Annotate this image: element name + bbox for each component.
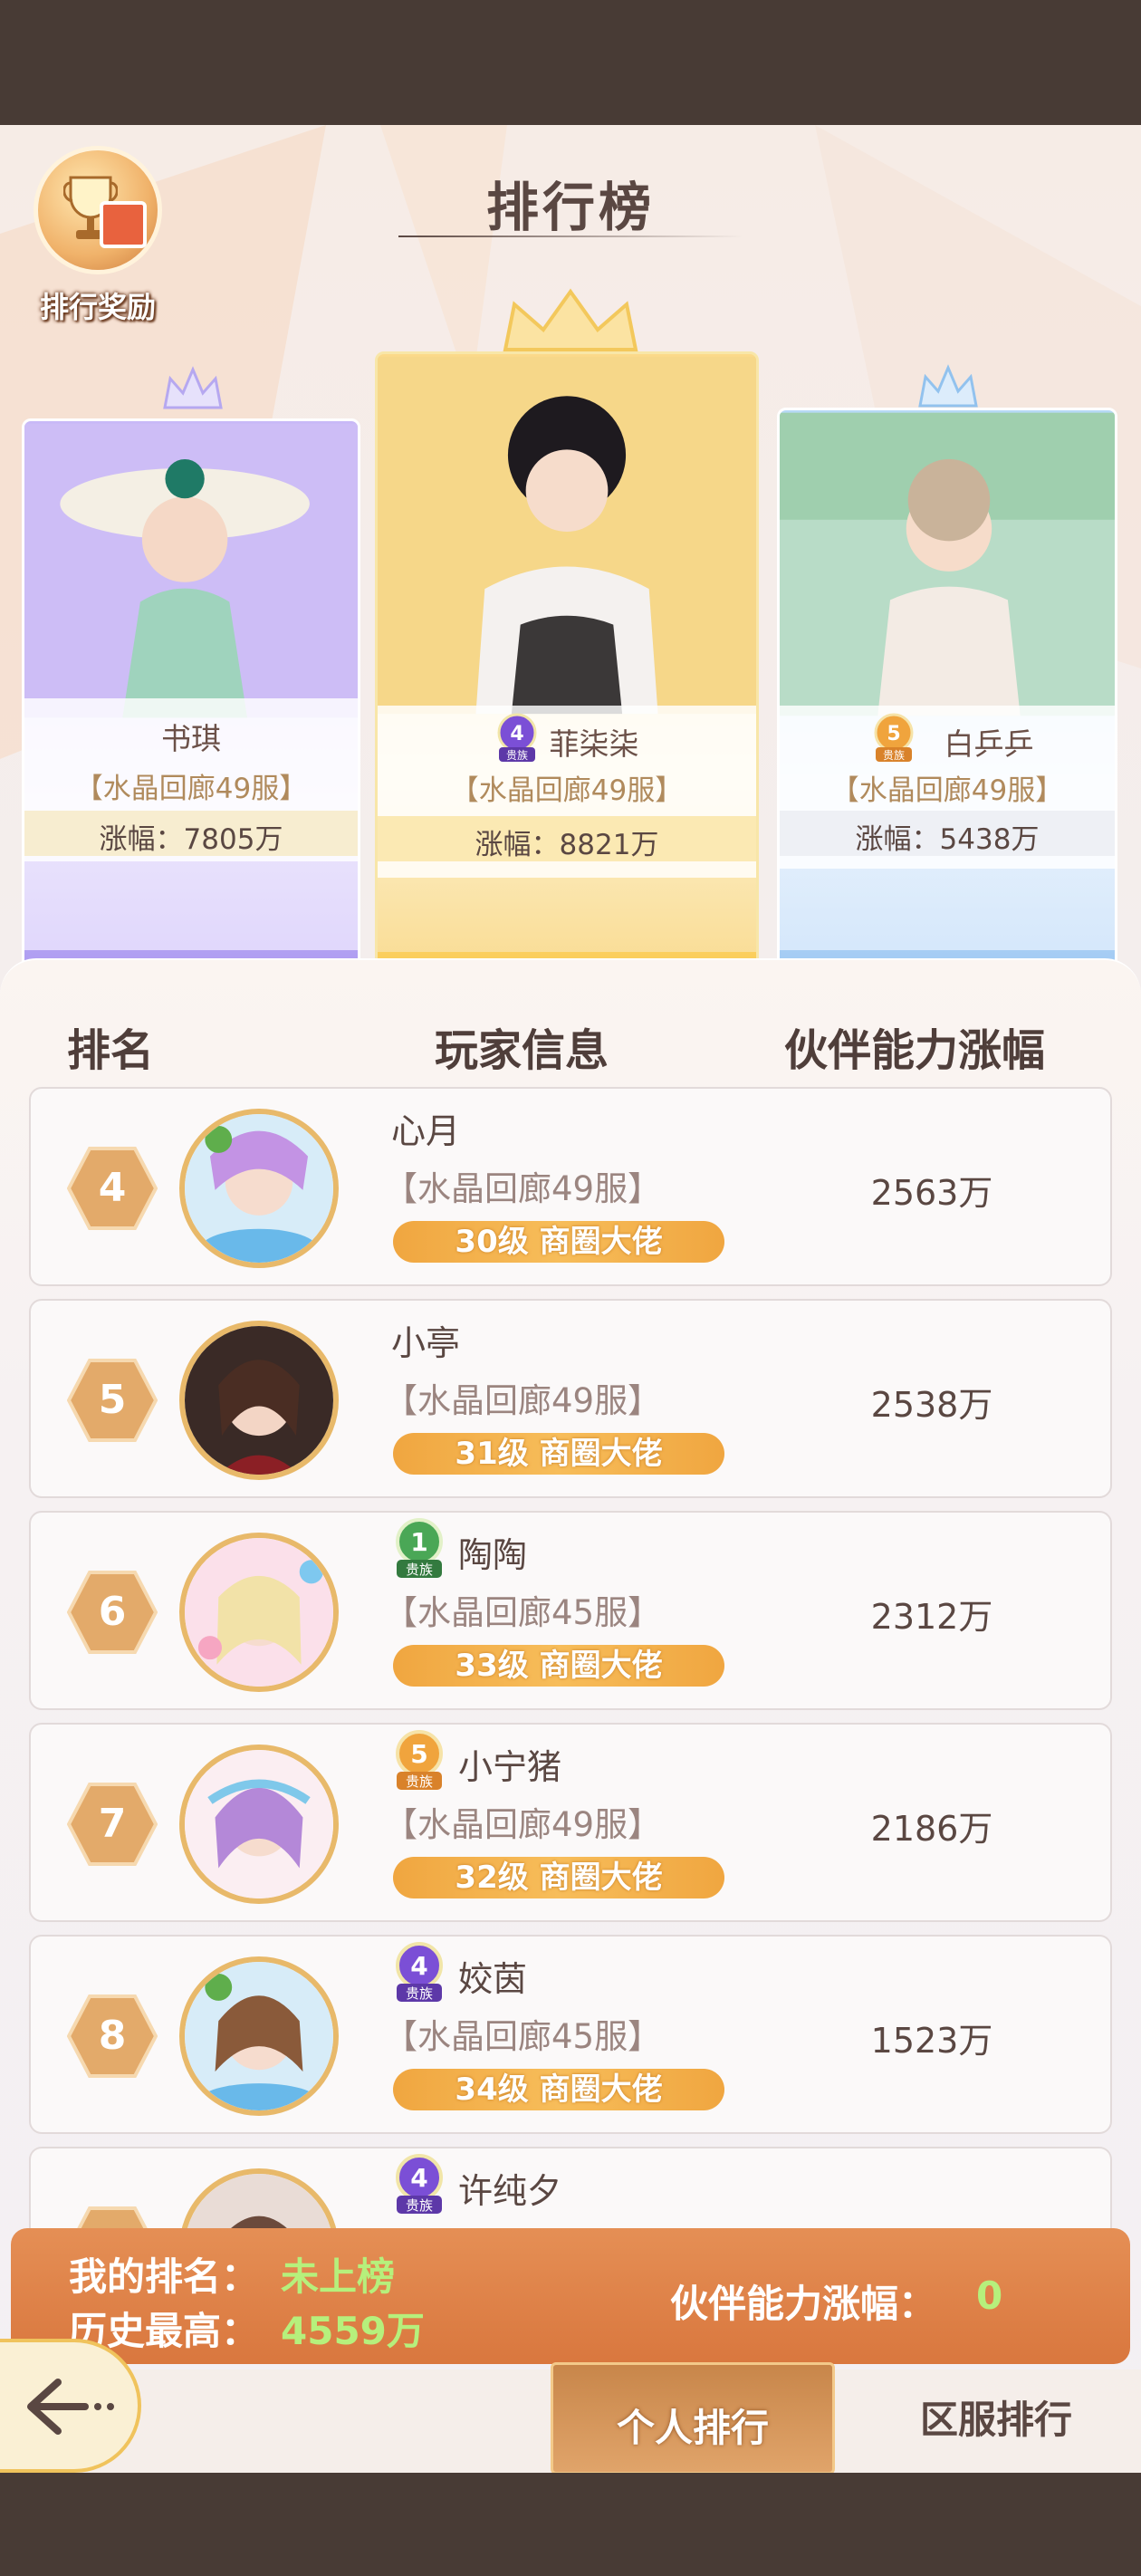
noble-badge-level: 5	[410, 1739, 427, 1769]
header-rank: 排名	[67, 1025, 155, 1076]
table-row[interactable]: 7 5 贵族 小宁猪 【水晶回廊49服】 32级 商圈大佬 2186万	[29, 1723, 1112, 1922]
page-title: 排行榜	[485, 177, 655, 238]
noble-badge-icon: 5 贵族	[396, 1730, 443, 1790]
podium-server-3: 【水晶回廊49服】	[830, 774, 1064, 807]
row-rank: 4	[98, 1165, 127, 1211]
player-level-badge: 31级 商圈大佬	[393, 1433, 724, 1475]
row-rank: 6	[98, 1589, 127, 1635]
noble-badge-text: 贵族	[406, 2197, 433, 2214]
noble-badge-level: 1	[410, 1527, 427, 1557]
noble-badge-text: 贵族	[406, 1562, 433, 1578]
bottom-decor-bar	[0, 2473, 1141, 2576]
player-server: 【水晶回廊49服】	[384, 1381, 662, 1420]
player-name: 姣茵	[458, 1959, 528, 1999]
rank-reward-label: 排行奖励	[39, 290, 156, 324]
noble-badge-icon: 1 贵族	[396, 1518, 443, 1578]
back-arrow-icon	[27, 2379, 114, 2435]
podium-growth-2: 涨幅：7805万	[99, 823, 283, 856]
my-rank-label: 我的排名：	[69, 2254, 260, 2299]
podium-name-2: 书琪	[161, 721, 221, 756]
gold-crown-icon	[503, 288, 638, 351]
player-server: 【水晶回廊49服】	[384, 1805, 662, 1844]
growth-value: 2538万	[870, 1385, 993, 1425]
ranking-panel: 排行奖励 排行榜 书琪 【水晶回廊49服】 涨幅：7805万 2	[0, 125, 1141, 2473]
podium-card-1[interactable]: 4 贵族 菲柒柒 【水晶回廊49服】 涨幅：8821万 1	[375, 351, 759, 1063]
growth-value: 2563万	[870, 1173, 993, 1213]
row-rank: 7	[98, 1801, 127, 1847]
podium-portrait-2	[24, 423, 358, 718]
avatar[interactable]	[179, 1745, 339, 1904]
tab-server-rank[interactable]: 区服排行	[851, 2389, 1141, 2445]
table-row[interactable]: 5 小亭 【水晶回廊49服】 31级 商圈大佬 2538万	[29, 1299, 1112, 1498]
podium-name-3: 白乒乒	[944, 726, 1034, 762]
header-growth: 伙伴能力涨幅	[784, 1025, 1046, 1076]
bronze-crown-icon	[918, 364, 978, 408]
avatar[interactable]	[179, 1956, 339, 2116]
podium-growth-3: 涨幅：5438万	[855, 823, 1040, 856]
header-player-info: 玩家信息	[435, 1025, 609, 1076]
table-row[interactable]: 6 1 贵族 陶陶 【水晶回廊45服】 33级 商圈大佬 2312万	[29, 1511, 1112, 1710]
player-server: 【水晶回廊45服】	[384, 2017, 662, 2056]
noble-badge-icon: 4 贵族	[396, 2154, 443, 2214]
player-name: 心月	[391, 1111, 461, 1151]
best-rank-value: 4559万	[281, 2309, 425, 2353]
podium-portrait-3	[780, 412, 1115, 716]
my-growth-label: 伙伴能力涨幅：	[670, 2282, 937, 2326]
player-name: 许纯夕	[458, 2171, 562, 2211]
noble-badge-text: 贵族	[406, 1773, 433, 1790]
my-rank-bar: 我的排名： 未上榜 历史最高： 4559万 伙伴能力涨幅： 0	[11, 2228, 1130, 2364]
growth-value: 2312万	[870, 1597, 993, 1637]
avatar[interactable]	[179, 1533, 339, 1692]
player-name: 小宁猪	[458, 1747, 562, 1787]
podium-server-2: 【水晶回廊49服】	[74, 773, 308, 805]
noble-badge-level: 4	[410, 1951, 427, 1981]
table-row[interactable]: 4 心月 【水晶回廊49服】 30级 商圈大佬 2563万	[29, 1087, 1112, 1286]
row-rank: 8	[98, 2013, 127, 2059]
player-name: 陶陶	[458, 1535, 528, 1575]
podium-portrait-1	[378, 356, 756, 715]
podium-name-1: 菲柒柒	[549, 726, 639, 762]
noble-badge-level: 4	[410, 2163, 427, 2193]
noble-badge-text: 贵族	[406, 1985, 433, 2002]
tab-personal-label: 个人排行	[616, 2406, 769, 2450]
rank-reward-button[interactable]: 排行奖励	[25, 150, 170, 332]
growth-value: 2186万	[870, 1809, 993, 1849]
noble-badge-icon: 4 贵族	[396, 1942, 443, 2002]
player-level-badge: 33级 商圈大佬	[393, 1645, 724, 1687]
table-row[interactable]: 8 4 贵族 姣茵 【水晶回廊45服】 34级 商圈大佬 1523万	[29, 1935, 1112, 2134]
player-server: 【水晶回廊49服】	[384, 1169, 662, 1208]
avatar[interactable]	[179, 1109, 339, 1268]
player-level-badge: 30级 商圈大佬	[393, 1221, 724, 1263]
player-name: 小亭	[391, 1323, 461, 1363]
avatar[interactable]	[179, 1321, 339, 1480]
my-rank-value: 未上榜	[281, 2254, 396, 2299]
tab-personal-rank[interactable]: 个人排行	[551, 2362, 835, 2473]
podium-server-1: 【水晶回廊49服】	[450, 774, 684, 807]
my-growth-value: 0	[976, 2273, 1003, 2318]
silver-crown-icon	[163, 366, 223, 409]
player-level-badge: 32级 商圈大佬	[393, 1857, 724, 1898]
top-decor-bar	[0, 0, 1141, 125]
title-underline	[398, 235, 743, 237]
row-rank: 5	[98, 1377, 127, 1423]
podium-growth-1: 涨幅：8821万	[475, 829, 659, 861]
player-server: 【水晶回廊45服】	[384, 1593, 662, 1632]
growth-value: 1523万	[870, 2021, 993, 2061]
player-level-badge: 34级 商圈大佬	[393, 2069, 724, 2110]
back-button[interactable]	[0, 2339, 141, 2473]
gift-icon	[100, 201, 147, 248]
